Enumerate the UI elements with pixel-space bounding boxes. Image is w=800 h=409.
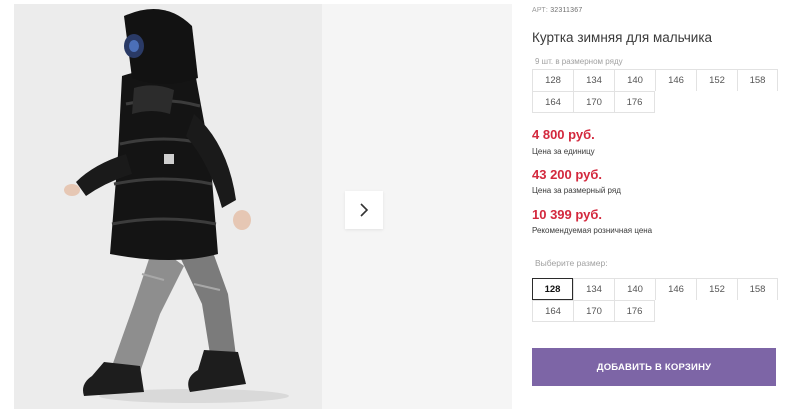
pack-size-cell: 152: [696, 69, 737, 91]
pack-size-cell: 128: [532, 69, 573, 91]
pack-size-cell: 164: [532, 91, 573, 113]
size-option-152[interactable]: 152: [696, 278, 737, 300]
sku-value: 32311367: [550, 7, 583, 14]
pack-size-grid: 128 134 140 146 152 158 164 170 176: [532, 69, 778, 113]
pack-size-cell: 134: [573, 69, 614, 91]
retail-price-label: Рекомендуемая розничная цена: [532, 226, 653, 235]
product-image-boy-in-puffer-jacket: [14, 4, 322, 409]
product-gallery: [0, 0, 512, 409]
product-info: АРТ: 32311367 Куртка зимняя для мальчика…: [532, 0, 800, 409]
pack-size-cell: 158: [737, 69, 778, 91]
size-option-128[interactable]: 128: [532, 278, 573, 300]
size-option-140[interactable]: 140: [614, 278, 655, 300]
product-sku: АРТ: 32311367: [532, 7, 582, 14]
product-photo: [14, 4, 322, 409]
chevron-right-icon: [360, 203, 369, 217]
size-option-158[interactable]: 158: [737, 278, 778, 300]
size-select-label: Выберите размер:: [535, 258, 608, 268]
unit-price: 4 800 руб.: [532, 127, 595, 142]
size-option-176[interactable]: 176: [614, 300, 655, 322]
pack-price-label: Цена за размерный ряд: [532, 186, 621, 195]
gallery-next-button[interactable]: [345, 191, 383, 229]
retail-price: 10 399 руб.: [532, 207, 603, 222]
pack-price: 43 200 руб.: [532, 167, 603, 182]
add-to-cart-button[interactable]: ДОБАВИТЬ В КОРЗИНУ: [532, 348, 776, 386]
size-select-grid: 128 134 140 146 152 158 164 170 176: [532, 278, 778, 322]
size-option-170[interactable]: 170: [573, 300, 614, 322]
size-option-146[interactable]: 146: [655, 278, 696, 300]
size-option-164[interactable]: 164: [532, 300, 573, 322]
pack-size-cell: 176: [614, 91, 655, 113]
product-title: Куртка зимняя для мальчика: [532, 30, 713, 45]
pack-size-cell: 140: [614, 69, 655, 91]
pack-size-note: 9 шт. в размерном ряду: [535, 57, 623, 66]
pack-size-cell: 146: [655, 69, 696, 91]
sku-label: АРТ:: [532, 7, 549, 14]
unit-price-label: Цена за единицу: [532, 147, 595, 156]
pack-size-cell: 170: [573, 91, 614, 113]
size-option-134[interactable]: 134: [573, 278, 614, 300]
